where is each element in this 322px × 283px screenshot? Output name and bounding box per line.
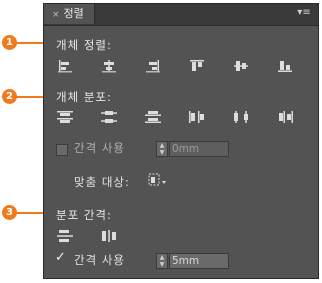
align-objects-label: 개체 정렬: [56, 38, 112, 52]
distribute-vertical-space-button[interactable] [52, 226, 78, 246]
spacing-stepper-top[interactable]: ▲ ▼ [156, 141, 168, 157]
use-spacing-checkbox-top[interactable] [56, 144, 68, 156]
use-spacing-checkbox-bottom[interactable]: ✓ [55, 251, 66, 264]
align-hcenter-icon [102, 60, 116, 73]
align-to-selection-dropdown[interactable] [148, 172, 168, 188]
spacing-input-bottom[interactable]: 5mm [169, 253, 229, 269]
tab-label: 정렬 [63, 7, 84, 20]
callout-1: 1 [2, 35, 17, 50]
distribute-left-icon [189, 111, 204, 123]
distribute-vcenter-icon [101, 111, 117, 123]
align-left-icon [58, 60, 72, 73]
distribute-spacing-label: 분포 간격: [56, 208, 112, 222]
use-spacing-label-top: 간격 사용 [74, 141, 125, 155]
distribute-hcenter-icon [234, 111, 248, 123]
align-bottom-icon [278, 61, 292, 72]
panel-menu-icon[interactable]: ▾≡ [296, 7, 312, 19]
distribute-top-edges-button[interactable] [52, 107, 78, 127]
distribute-right-edges-button[interactable] [272, 107, 298, 127]
distribute-horizontal-space-icon [102, 230, 116, 242]
close-icon[interactable]: × [52, 10, 60, 20]
distribute-vertical-centers-button[interactable] [96, 107, 122, 127]
tab-align[interactable]: × 정렬 [44, 4, 95, 24]
align-to-label: 맞춤 대상: [74, 175, 130, 189]
align-vertical-centers-button[interactable] [228, 56, 254, 76]
distribute-bottom-icon [145, 111, 161, 123]
align-to-selection-icon [148, 173, 166, 186]
callout-2: 2 [2, 89, 17, 104]
align-right-edges-button[interactable] [140, 56, 166, 76]
panel-titlebar: × 정렬 ▾≡ [44, 4, 318, 26]
distribute-horizontal-centers-button[interactable] [228, 107, 254, 127]
spacing-input-top[interactable]: 0mm [169, 141, 229, 157]
distribute-right-icon [279, 111, 293, 123]
align-panel: × 정렬 ▾≡ 개체 정렬: 개체 분포: 간격 사용 ▲ ▼ 0mm 맞춤 대… [43, 3, 319, 279]
align-objects-row [52, 56, 316, 76]
align-top-edges-button[interactable] [184, 56, 210, 76]
align-bottom-edges-button[interactable] [272, 56, 298, 76]
distribute-spacing-row [52, 226, 140, 246]
distribute-left-edges-button[interactable] [184, 107, 210, 127]
align-vcenter-icon [234, 61, 248, 71]
align-right-icon [146, 60, 160, 73]
distribute-objects-row [52, 107, 316, 127]
distribute-objects-label: 개체 분포: [56, 90, 112, 104]
spacing-stepper-bottom[interactable]: ▲ ▼ [156, 253, 168, 269]
distribute-bottom-edges-button[interactable] [140, 107, 166, 127]
callout-3: 3 [2, 205, 17, 220]
align-left-edges-button[interactable] [52, 56, 78, 76]
use-spacing-label-bottom: 간격 사용 [74, 253, 125, 267]
distribute-horizontal-space-button[interactable] [96, 226, 122, 246]
align-horizontal-centers-button[interactable] [96, 56, 122, 76]
distribute-vertical-space-icon [57, 230, 73, 242]
align-top-icon [190, 60, 204, 71]
distribute-top-icon [57, 111, 73, 123]
